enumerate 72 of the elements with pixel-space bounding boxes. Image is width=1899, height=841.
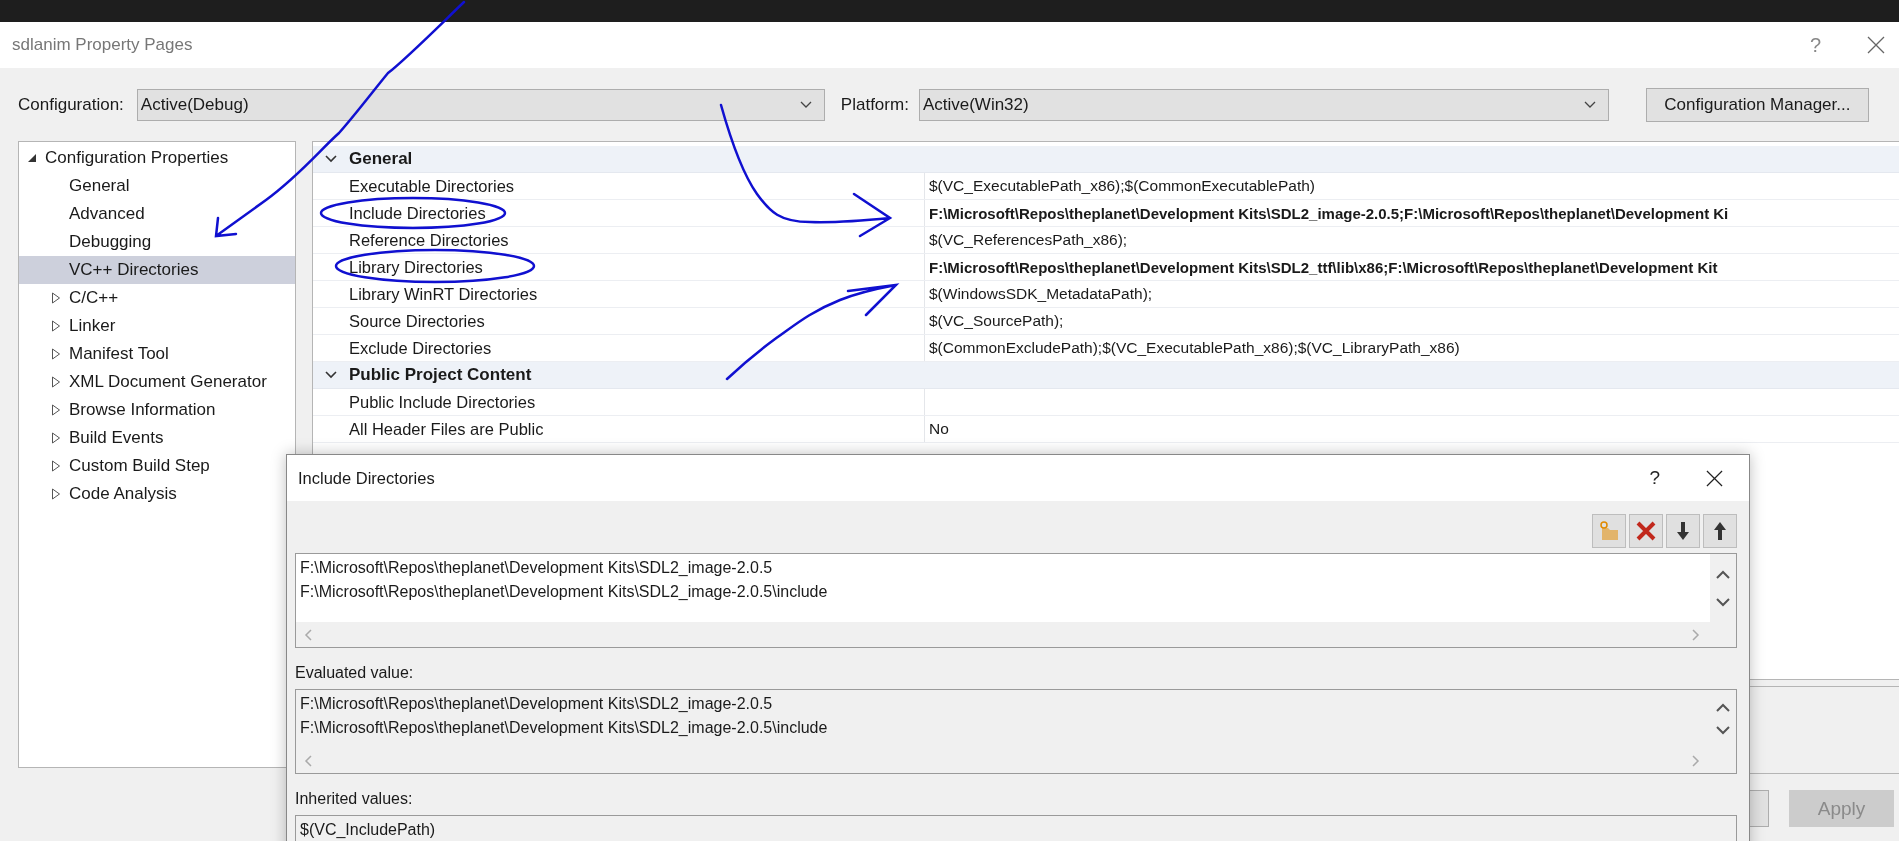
tree-item[interactable]: Code Analysis [19, 480, 295, 508]
close-icon[interactable] [1706, 469, 1723, 487]
property-name[interactable]: Public Include Directories [349, 392, 536, 412]
property-value[interactable]: $(VC_SourcePath); [929, 312, 1064, 330]
tree-item[interactable]: VC++ Directories [19, 256, 295, 284]
tree-item[interactable]: Advanced [19, 200, 295, 228]
tree-item[interactable]: XML Document Generator [19, 368, 295, 396]
chevron-down-icon [1583, 101, 1596, 109]
collapsed-triangle-icon[interactable] [51, 432, 61, 444]
evaluated-entry: F:\Microsoft\Repos\theplanet\Development Kits\SDL2_image-2.0.5 [299, 694, 774, 714]
property-name[interactable]: All Header Files are Public [349, 419, 544, 439]
tree-item[interactable]: Manifest Tool [19, 340, 295, 368]
property-name[interactable]: Include Directories [349, 203, 486, 223]
inherited-entry: $(VC_IncludePath) [299, 820, 437, 840]
property-value[interactable]: F:\Microsoft\Repos\theplanet\Development Kits\SDL2_image-2.0.5;F:\Microsoft\Repos\theplanet\Development Ki [929, 204, 1729, 222]
section-header: General [349, 149, 413, 169]
configuration-dropdown[interactable]: Active(Debug) [136, 89, 825, 121]
property-name[interactable]: Reference Directories [349, 230, 509, 250]
chevron-down-icon [799, 101, 812, 109]
move-up-button[interactable] [1703, 514, 1737, 548]
property-name[interactable]: Library Directories [349, 257, 483, 277]
chevron-down-icon[interactable] [325, 155, 337, 163]
scroll-up-icon[interactable] [1716, 569, 1730, 579]
inherited-values-label: Inherited values: [295, 790, 414, 808]
window-title: sdlanim Property Pages [12, 35, 194, 55]
property-value[interactable]: $(VC_ReferencesPath_x86); [929, 231, 1128, 249]
new-folder-icon [1597, 519, 1621, 543]
scroll-down-icon[interactable] [1716, 726, 1730, 735]
delete-button[interactable] [1629, 514, 1663, 548]
scroll-down-icon[interactable] [1716, 597, 1730, 607]
move-down-button[interactable] [1666, 514, 1700, 548]
collapsed-triangle-icon[interactable] [51, 376, 61, 388]
entries-list[interactable]: F:\Microsoft\Repos\theplanet\Development Kits\SDL2_image-2.0.5 F:\Microsoft\Repos\theplanet\Development Kits\SDL2_image-2.0.5\include [295, 553, 1737, 648]
tree-item[interactable]: General [19, 172, 295, 200]
tree-item[interactable]: C/C++ [19, 284, 295, 312]
collapsed-triangle-icon[interactable] [51, 292, 61, 304]
help-button[interactable]: ? [1803, 33, 1827, 57]
tree-item[interactable]: Browse Information [19, 396, 295, 424]
property-name[interactable]: Source Directories [349, 311, 485, 331]
property-value[interactable]: $(VC_ExecutablePath_x86);$(CommonExecutablePath) [929, 177, 1315, 195]
tree-item[interactable]: Debugging [19, 228, 295, 256]
collapsed-triangle-icon[interactable] [51, 320, 61, 332]
tree-item[interactable]: Build Events [19, 424, 295, 452]
collapsed-triangle-icon[interactable] [51, 348, 61, 360]
property-value[interactable]: No [929, 420, 949, 438]
configuration-label: Configuration: [18, 95, 124, 115]
property-name[interactable]: Executable Directories [349, 176, 515, 196]
evaluated-entry: F:\Microsoft\Repos\theplanet\Development Kits\SDL2_image-2.0.5\include [299, 718, 829, 738]
platform-label: Platform: [840, 95, 909, 115]
platform-dropdown[interactable]: Active(Win32) [918, 89, 1609, 121]
help-button[interactable]: ? [1643, 466, 1666, 490]
expanded-triangle-icon[interactable] [27, 153, 37, 163]
property-value[interactable]: $(WindowsSDK_MetadataPath); [929, 285, 1153, 303]
section-header: Public Project Content [349, 365, 532, 385]
tree-item[interactable]: Configuration Properties [19, 144, 295, 172]
property-name[interactable]: Library WinRT Directories [349, 284, 538, 304]
delete-icon [1634, 519, 1658, 543]
dialog-title: Include Directories [298, 468, 436, 488]
directory-entry[interactable]: F:\Microsoft\Repos\theplanet\Development Kits\SDL2_image-2.0.5\include [296, 580, 1710, 604]
property-value[interactable]: $(CommonExcludePath);$(VC_ExecutablePath_x86);$(VC_LibraryPath_x86) [929, 339, 1460, 357]
collapsed-triangle-icon[interactable] [51, 488, 61, 500]
tree-item[interactable]: Linker [19, 312, 295, 340]
scroll-up-icon[interactable] [1716, 703, 1730, 712]
collapsed-triangle-icon[interactable] [51, 460, 61, 472]
property-name[interactable]: Exclude Directories [349, 338, 492, 358]
property-value[interactable]: F:\Microsoft\Repos\theplanet\Development Kits\SDL2_ttf\lib\x86;F:\Microsoft\Repos\theplanet\Development Kit [929, 258, 1718, 276]
chevron-down-icon[interactable] [325, 371, 337, 379]
collapsed-triangle-icon[interactable] [51, 404, 61, 416]
configuration-manager-button[interactable]: Configuration Manager... [1645, 88, 1869, 122]
directory-entry[interactable]: F:\Microsoft\Repos\theplanet\Development Kits\SDL2_image-2.0.5 [296, 556, 1710, 580]
tree-item[interactable]: Custom Build Step [19, 452, 295, 480]
evaluated-value-label: Evaluated value: [295, 664, 415, 682]
